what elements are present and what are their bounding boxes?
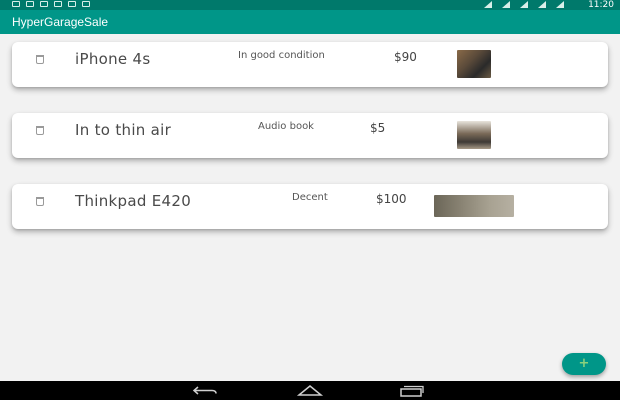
item-photo[interactable] <box>457 121 491 149</box>
wifi-icon <box>520 1 528 8</box>
item-photo[interactable] <box>457 50 491 78</box>
email-icon <box>12 1 20 7</box>
item-price: $100 <box>376 192 407 206</box>
item-title: iPhone 4s <box>75 50 151 68</box>
app-bar: HyperGarageSale <box>0 10 620 34</box>
item-price: $5 <box>370 121 386 135</box>
list-item[interactable]: Thinkpad E420 Decent $100 <box>12 184 608 229</box>
signal-icon <box>538 1 546 8</box>
back-icon[interactable] <box>192 384 220 397</box>
system-icons <box>484 1 564 8</box>
image-icon <box>54 1 62 7</box>
app-title: HyperGarageSale <box>12 15 109 29</box>
status-clock: 11:20 <box>588 0 614 10</box>
image-icon <box>82 1 90 7</box>
battery-icon <box>556 1 564 8</box>
list-item[interactable]: iPhone 4s In good condition $90 <box>12 42 608 87</box>
trash-icon[interactable] <box>36 55 44 64</box>
item-description: Decent <box>292 192 328 203</box>
item-photo[interactable] <box>434 195 514 217</box>
trash-icon[interactable] <box>36 197 44 206</box>
status-bar: 11:20 <box>0 0 620 10</box>
mute-icon <box>502 1 510 8</box>
recent-apps-icon[interactable] <box>398 384 426 397</box>
home-icon[interactable] <box>295 384 325 397</box>
notification-icons <box>12 1 90 7</box>
image-icon <box>68 1 76 7</box>
image-icon <box>40 1 48 7</box>
system-nav-bar <box>0 381 620 400</box>
trash-icon[interactable] <box>36 126 44 135</box>
item-title: Thinkpad E420 <box>75 192 192 210</box>
add-item-button[interactable]: + <box>562 353 606 375</box>
item-price: $90 <box>394 50 417 64</box>
list-item[interactable]: In to thin air Audio book $5 <box>12 113 608 158</box>
wifi-icon <box>26 1 34 7</box>
bluetooth-icon <box>484 1 492 8</box>
item-title: In to thin air <box>75 121 172 139</box>
item-description: Audio book <box>258 121 314 132</box>
item-description: In good condition <box>238 50 325 61</box>
